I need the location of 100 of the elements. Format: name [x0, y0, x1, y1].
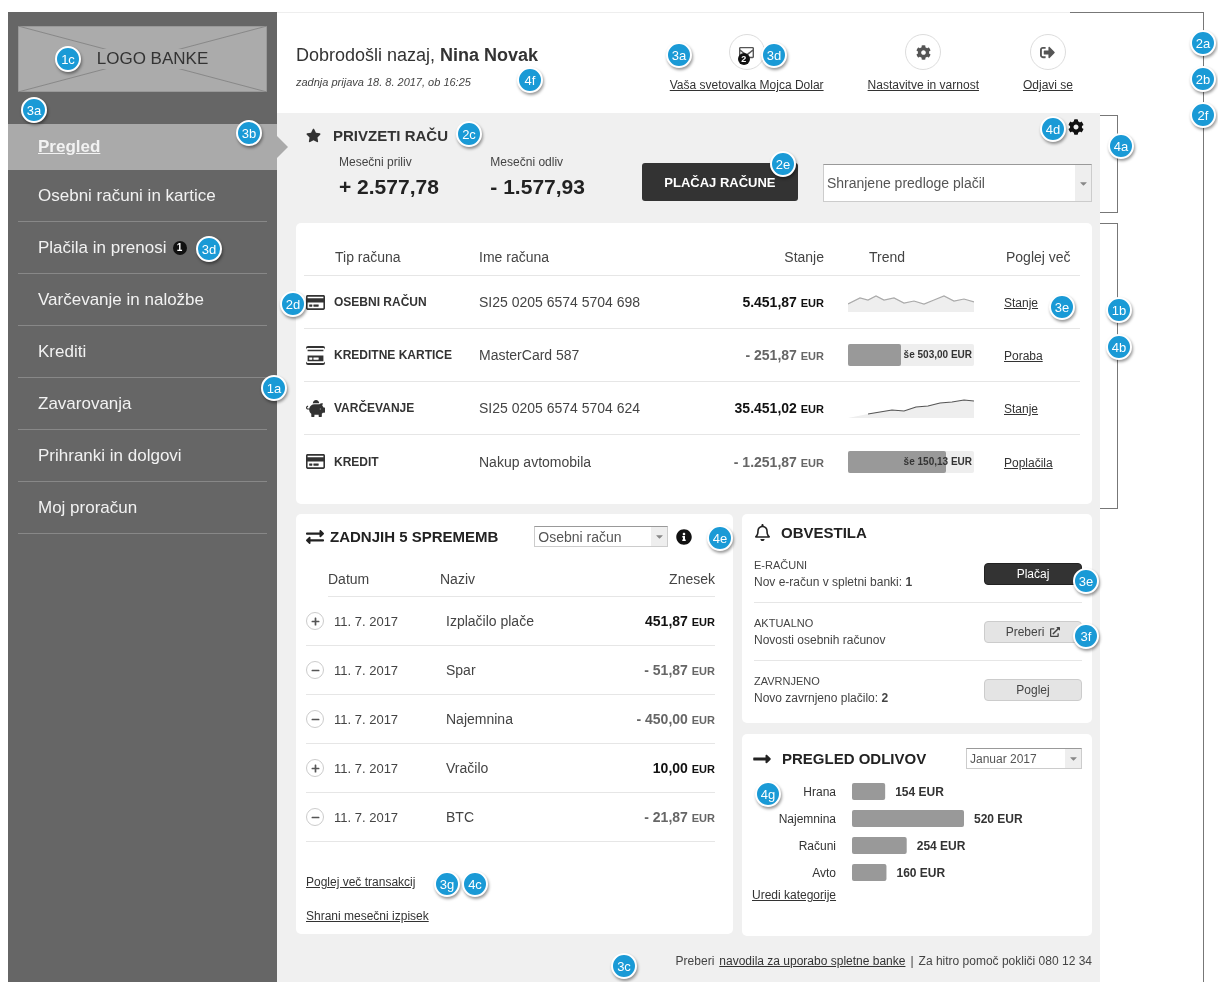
annotation-marker: 2b [1190, 66, 1216, 92]
credit-card-icon [305, 292, 325, 312]
credit-card-icon [305, 345, 325, 365]
month-select[interactable]: Januar 2017 [966, 748, 1082, 769]
transactions-link[interactable]: Poglej več transakcij [306, 875, 416, 889]
account-balance: - 251,87 EUR [744, 347, 824, 363]
notification-text: Novo zavrnjeno plačilo: 2 [754, 691, 889, 705]
account-name: MasterCard 587 [479, 347, 581, 363]
guide-link[interactable]: navodila za uporabo spletne banke [719, 954, 906, 968]
column-header: Trend [868, 249, 907, 265]
nav-item[interactable]: Krediti [18, 326, 267, 378]
header-link[interactable]: Nastavitve in varnost [867, 78, 979, 92]
external-link-icon [1050, 626, 1061, 637]
category-label: Hrana [803, 785, 836, 799]
logout-icon [1040, 44, 1056, 60]
details-link[interactable]: Poplačila [1004, 455, 1053, 470]
details-link[interactable]: Poraba [1004, 349, 1043, 363]
value-label: 520 EUR [974, 812, 1023, 826]
date-cell-text: 11. 7. 2017 [334, 662, 400, 678]
transaction-name: Izplačilo plače [446, 613, 535, 629]
icon-button[interactable]: 2 [728, 34, 765, 70]
transactions-link[interactable]: Shrani mesečni izpisek [306, 909, 429, 923]
nav-item[interactable]: Prihranki in dolgovi [18, 430, 267, 482]
nav-item[interactable]: Osebni računi in kartice [18, 170, 267, 222]
value-label: 160 EUR [896, 866, 946, 880]
value-label: 154 EUR [895, 785, 944, 799]
account-type: KREDITNE KARTICE [334, 348, 452, 362]
notification-category: E-RAČUNI [754, 558, 809, 571]
settings-icon [915, 44, 931, 60]
transaction-amount: 10,00 EUR [651, 760, 715, 776]
date-cell-text: 11. 7. 2017 [334, 711, 400, 727]
info-icon[interactable] [676, 528, 693, 545]
annotation-marker: 4b [1106, 334, 1132, 360]
account-type: OSEBNI RAČUN [334, 295, 427, 309]
account-name: Nakup avtomobila [479, 453, 593, 470]
account-type: VARČEVANJE [334, 401, 415, 415]
column-header: Naziv [440, 570, 476, 587]
edit-categories-link[interactable]: Uredi kategorije [752, 888, 837, 902]
separator-text: | [910, 954, 914, 968]
value-label: 254 EUR [916, 839, 966, 853]
section-title: OBVESTILA [781, 524, 867, 541]
column-header: Stanje [783, 249, 824, 265]
transaction-name: Spar [446, 662, 477, 678]
details-link[interactable]: Stanje [1004, 296, 1039, 310]
transaction-amount: 451,87 EUR [644, 613, 715, 629]
column-header: Znesek [668, 570, 715, 587]
date-cell-text: 11. 7. 2017 [334, 809, 400, 825]
column-header: Ime računa [479, 249, 551, 265]
category-label: Avto [812, 866, 836, 880]
nav-item[interactable]: Varčevanje in naložbe [18, 274, 267, 326]
notification-category: AKTUALNO [754, 616, 815, 629]
header-link[interactable]: Odjavi se [1022, 78, 1073, 92]
exchange-icon [306, 527, 324, 546]
category-label: Najemnina [778, 812, 836, 826]
templates-select[interactable]: Shranjene predloge plačil [822, 164, 1092, 202]
annotation-marker: 2a [1190, 30, 1216, 56]
footer-text: Preberi [675, 954, 715, 968]
notification-button[interactable]: Poglej [984, 679, 1082, 701]
transaction-name: BTC [446, 809, 475, 825]
annotation-marker: 2f [1190, 102, 1216, 128]
annotation-marker: 1b [1106, 297, 1132, 323]
bell-icon [754, 524, 771, 541]
stat-label: Mesečni priliv [339, 155, 413, 169]
stat-value: + 2.577,78 [339, 175, 440, 199]
outflow-bar [852, 837, 907, 854]
account-select[interactable]: Osebni račun [534, 526, 669, 547]
account-balance: 35.451,02 EUR [733, 400, 824, 416]
transaction-amount: - 21,87 EUR [643, 809, 715, 825]
column-header: Tip računa [334, 249, 402, 265]
count-badge: 2 [737, 53, 750, 65]
piggy-bank-icon [305, 398, 325, 418]
transaction-amount: - 450,00 EUR [635, 711, 715, 727]
account-balance: - 1.251,87 EUR [732, 453, 824, 470]
details-link[interactable]: Stanje [1004, 402, 1039, 416]
outflow-bar [852, 783, 886, 800]
notification-button[interactable]: Preberi [984, 620, 1082, 643]
settings-icon[interactable] [1068, 119, 1084, 135]
annotation-marker: 4a [1108, 133, 1134, 159]
help-text: Za hitro pomoč pokliči 080 12 34 [918, 954, 1092, 968]
account-name: SI25 0205 6574 5704 624 [479, 400, 642, 416]
account-balance: 5.451,87 EUR [741, 294, 824, 310]
transaction-name: Najemnina [446, 711, 514, 727]
category-label: Računi [798, 839, 836, 853]
transaction-amount: - 51,87 EUR [643, 662, 715, 678]
remaining-amount: še 503,00 EUR [903, 349, 972, 360]
date-cell-text: 11. 7. 2017 [334, 613, 400, 629]
section-title: ZADNJIH 5 SPREMEMB [330, 528, 499, 545]
transaction-name: Vračilo [446, 760, 490, 776]
nav-item[interactable]: Moj proračun [18, 482, 267, 534]
welcome-text: Dobrodošli nazaj, Nina Novak [296, 44, 539, 66]
header-link[interactable]: Vaša svetovalka Mojca Dolar [669, 78, 824, 92]
icon-button[interactable] [1030, 34, 1066, 70]
notification-text: Novosti osebnih računov [754, 632, 886, 647]
section-title: PREGLED ODLIVOV [782, 750, 927, 767]
stat-value: - 1.577,93 [490, 175, 586, 199]
date-cell-text: 11. 7. 2017 [334, 760, 400, 776]
account-name: SI25 0205 6574 5704 698 [479, 294, 642, 310]
star-icon [306, 128, 321, 143]
outflow-bar [852, 864, 887, 881]
icon-button[interactable] [905, 34, 942, 70]
